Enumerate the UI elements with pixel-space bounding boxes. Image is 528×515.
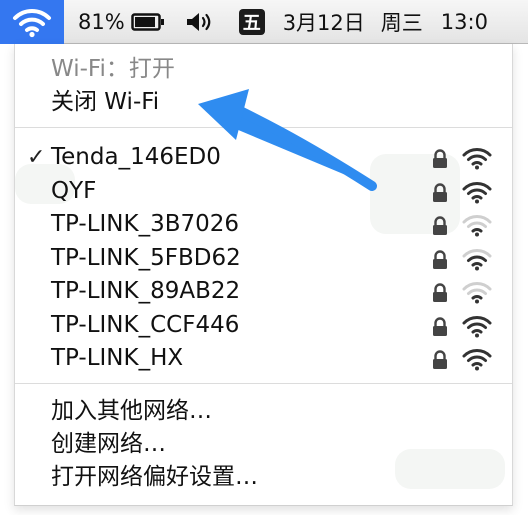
checkmark-icon: ✓ [27,145,46,170]
open-network-preferences-item[interactable]: 打开网络偏好设置… [51,462,258,492]
wifi-signal-icon [461,280,493,308]
ime-icon[interactable]: 五 [238,8,265,35]
network-item[interactable]: TP-LINK_89AB22 [15,276,512,309]
network-item[interactable]: TP-LINK_HX [15,343,512,376]
network-name: TP-LINK_CCF446 [51,311,240,338]
lock-icon [431,350,449,374]
network-item[interactable]: ✓ Tenda_146ED0 [15,142,512,175]
lock-icon [431,249,449,274]
menu-separator [15,127,512,128]
menu-separator [15,383,512,384]
background-blur [395,449,505,489]
network-name: TP-LINK_89AB22 [51,278,241,304]
menubar-date[interactable]: 3月12日 [283,7,365,37]
network-name: QYF [51,177,97,204]
menubar-weekday[interactable]: 周三 [381,7,423,37]
wifi-status-text: Wi-Fi：打开 [51,56,175,82]
wifi-icon [13,8,51,37]
volume-icon[interactable] [185,11,215,33]
battery-percent[interactable]: 81% [78,10,125,34]
join-other-network-item[interactable]: 加入其他网络… [51,396,212,426]
wifi-dropdown-menu: Wi-Fi：打开 关闭 Wi-Fi ✓ Tenda_146ED0 QYF TP-LIN… [14,44,513,506]
wifi-signal-icon [461,146,493,174]
menu-bar: 81% 五 3月12日 周三 13:0 [0,0,528,44]
wifi-status-button[interactable] [0,0,64,44]
lock-icon [431,283,449,307]
network-name: TP-LINK_5FBD62 [51,244,241,271]
lock-icon [431,182,449,207]
wifi-signal-icon [461,314,493,342]
menubar-clock[interactable]: 13:0 [441,10,488,34]
network-item[interactable]: TP-LINK_CCF446 [15,310,512,343]
network-name: TP-LINK_HX [51,345,184,371]
wifi-signal-icon [461,247,493,275]
wifi-signal-icon [461,347,493,375]
wifi-signal-icon [461,213,493,241]
wifi-signal-icon [461,180,493,208]
network-item[interactable]: TP-LINK_3B7026 [15,209,512,242]
screenshot-root: 81% 五 3月12日 周三 13:0 Wi-Fi：打开 关闭 Wi-Fi ✓ … [0,0,528,515]
create-network-item[interactable]: 创建网络… [51,429,166,459]
network-item[interactable]: TP-LINK_5FBD62 [15,243,512,276]
turn-off-wifi-item[interactable]: 关闭 Wi-Fi [51,87,159,117]
lock-icon [431,149,449,173]
network-item[interactable]: QYF [15,176,512,209]
battery-icon[interactable] [130,12,165,32]
network-name: TP-LINK_3B7026 [51,211,240,237]
lock-icon [431,316,449,341]
lock-icon [431,216,449,240]
network-name: Tenda_146ED0 [51,144,221,170]
